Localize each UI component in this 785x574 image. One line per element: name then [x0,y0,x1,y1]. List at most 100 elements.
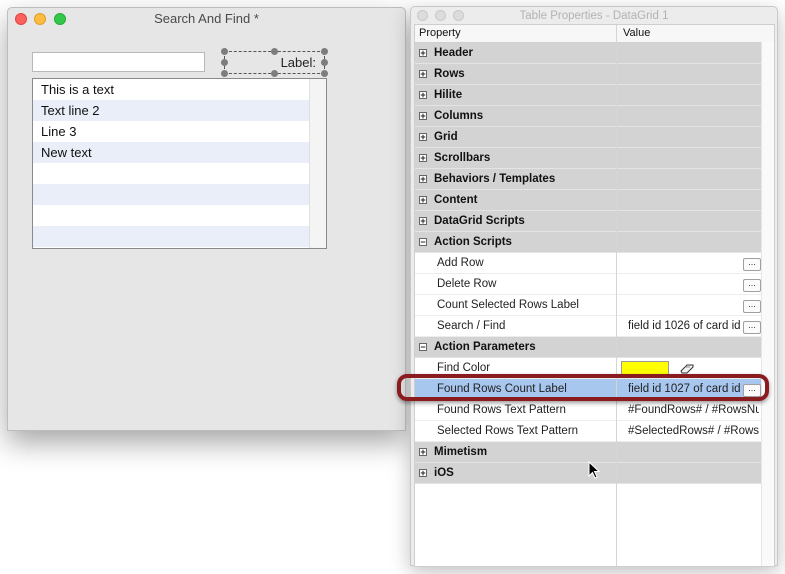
table-properties-window: Table Properties - DataGrid 1 Property V… [410,6,778,567]
value-column-header[interactable]: Value [623,25,650,42]
minimize-window-button[interactable] [34,13,46,25]
selection-handle[interactable] [321,70,328,77]
expand-icon[interactable]: + [419,70,427,79]
edit-value-button[interactable]: ... [743,258,761,271]
edit-value-button[interactable]: ... [743,279,761,292]
property-label: Add Row [437,257,484,269]
window-titlebar[interactable]: Table Properties - DataGrid 1 [411,7,777,25]
window-title: Search And Find * [154,11,259,26]
mouse-pointer-icon [588,461,600,479]
property-row[interactable]: Selected Rows Text Pattern #SelectedRows#… [415,421,762,442]
property-row[interactable]: Add Row... [415,253,762,274]
find-color-swatch[interactable] [621,361,669,378]
property-label: Header [434,47,473,59]
list-item[interactable]: Line 3 [33,121,310,142]
property-label: Scrollbars [434,152,491,164]
property-row[interactable]: Found Rows Count Label field id 1027 of c… [415,379,762,400]
property-inspector-grid: Property Value + Header + Rows + Hilite + Colum… [414,24,775,567]
property-value[interactable]: field id 1026 of card id [628,316,759,337]
window-titlebar[interactable]: Search And Find * [8,8,405,30]
property-label: Columns [434,110,484,122]
collapse-icon[interactable]: − [419,343,427,352]
property-label: Count Selected Rows Label [437,299,579,311]
edit-value-button[interactable]: ... [743,321,761,334]
selection-handle[interactable] [271,48,278,55]
property-section-row[interactable]: + Columns [415,106,762,127]
property-value[interactable]: #FoundRows# / #RowsNumber# [628,400,759,421]
property-row[interactable]: Find Color [415,358,762,379]
list-item[interactable] [33,163,310,184]
collapse-icon[interactable]: − [419,238,427,247]
list-item[interactable]: New text [33,142,310,163]
zoom-window-button[interactable] [453,10,464,21]
property-section-row[interactable]: + Hilite [415,85,762,106]
property-section-row[interactable]: + Rows [415,64,762,85]
property-section-row[interactable]: + Grid [415,127,762,148]
selection-handle[interactable] [221,48,228,55]
property-section-row[interactable]: − Action Scripts [415,232,762,253]
selection-handle[interactable] [271,70,278,77]
expand-icon[interactable]: + [419,49,427,58]
column-divider[interactable] [616,25,617,566]
expand-icon[interactable]: + [419,469,427,478]
grid-header: Property Value [415,25,774,43]
expand-icon[interactable]: + [419,133,427,142]
property-label: Delete Row [437,278,497,290]
expand-icon[interactable]: + [419,217,427,226]
property-section-row[interactable]: + Scrollbars [415,148,762,169]
property-row[interactable]: Found Rows Text Pattern #FoundRows# / #Ro… [415,400,762,421]
property-label: Search / Find [437,320,506,332]
zoom-window-button[interactable] [54,13,66,25]
selection-handle[interactable] [221,59,228,66]
expand-icon[interactable]: + [419,91,427,100]
property-section-row[interactable]: + Mimetism [415,442,762,463]
property-row[interactable]: Delete Row... [415,274,762,295]
property-value[interactable]: #SelectedRows# / #Rows [628,421,759,442]
property-label: Content [434,194,478,206]
expand-icon[interactable]: + [419,196,427,205]
selection-handle[interactable] [321,48,328,55]
property-label: Grid [434,131,458,143]
expand-icon[interactable]: + [419,175,427,184]
property-section-row[interactable]: + DataGrid Scripts [415,211,762,232]
selection-handle[interactable] [321,59,328,66]
property-value[interactable]: field id 1027 of card id [628,379,759,400]
minimize-window-button[interactable] [435,10,446,21]
list-item[interactable] [33,184,310,205]
property-label: Find Color [437,362,491,374]
edit-value-button[interactable]: ... [743,384,761,397]
window-title: Table Properties - DataGrid 1 [519,10,669,22]
property-label: Found Rows Count Label [437,383,567,395]
property-label: Found Rows Text Pattern [437,404,566,416]
list-scrollbar[interactable] [309,79,326,248]
expand-icon[interactable]: + [419,154,427,163]
property-row[interactable]: Count Selected Rows Label... [415,295,762,316]
expand-icon[interactable]: + [419,448,427,457]
search-field[interactable] [32,52,205,72]
property-row[interactable]: Search / Find field id 1026 of card id... [415,316,762,337]
property-label: Hilite [434,89,463,101]
edit-value-button[interactable]: ... [743,300,761,313]
property-column-header[interactable]: Property [419,25,461,42]
property-section-row[interactable]: + Header [415,43,762,64]
property-section-row[interactable]: + Behaviors / Templates [415,169,762,190]
list-item[interactable] [33,226,310,247]
close-window-button[interactable] [15,13,27,25]
property-label: iOS [434,467,454,479]
eraser-icon[interactable] [679,363,695,375]
close-window-button[interactable] [417,10,428,21]
list-item[interactable]: This is a text [33,79,310,100]
property-label: Rows [434,68,465,80]
search-and-find-window: Search And Find * Label: This is a text … [7,7,406,431]
grid-scrollbar[interactable] [761,42,774,566]
expand-icon[interactable]: + [419,112,427,121]
data-grid-list[interactable]: This is a text Text line 2 Line 3 New te… [32,78,327,249]
property-section-row[interactable]: − Action Parameters [415,337,762,358]
list-item[interactable]: Text line 2 [33,100,310,121]
property-section-row[interactable]: + Content [415,190,762,211]
property-label: DataGrid Scripts [434,215,525,227]
property-label: Selected Rows Text Pattern [437,425,579,437]
list-item[interactable] [33,205,310,226]
selection-handle[interactable] [221,70,228,77]
property-label: Behaviors / Templates [434,173,556,185]
